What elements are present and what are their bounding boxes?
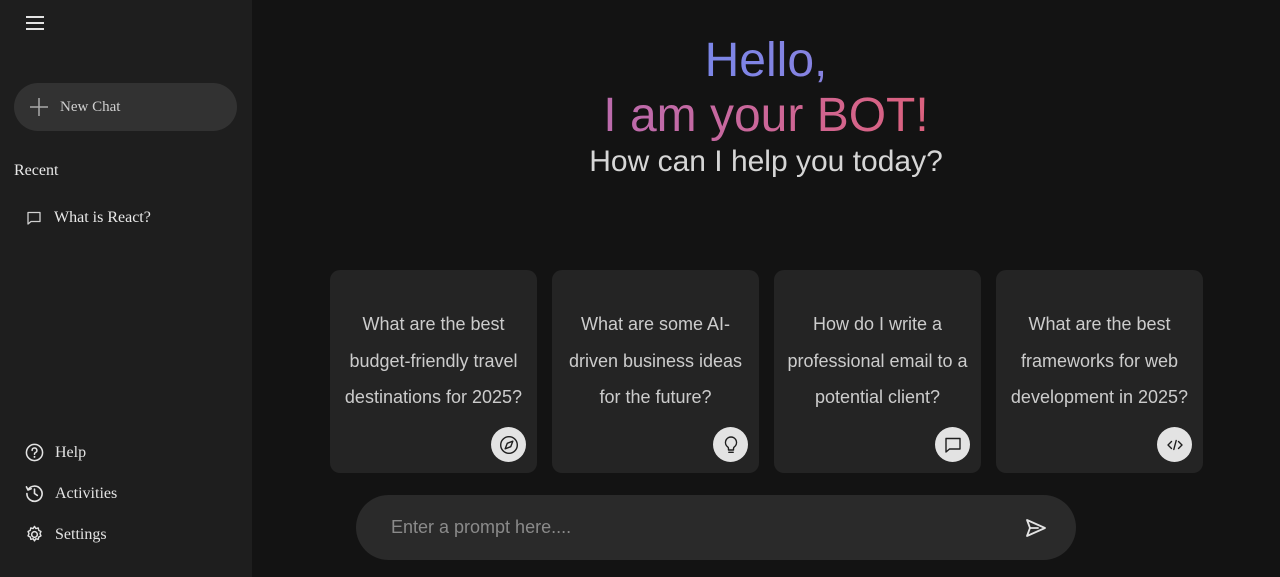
recent-heading: Recent [14,162,59,179]
suggestion-card-frameworks[interactable]: What are the best frameworks for web dev… [996,270,1203,473]
plus-icon [30,98,48,116]
menu-icon[interactable] [24,12,46,34]
history-icon [25,485,43,503]
help-icon [25,443,44,462]
settings-button[interactable]: Settings [25,525,107,544]
greeting-bot: I am your BOT! [252,88,1280,144]
card-text: How do I write a professional email to a… [787,314,968,408]
send-icon[interactable] [1024,516,1048,540]
new-chat-button[interactable]: New Chat [14,83,237,131]
greeting-subtitle: How can I help you today? [589,145,943,178]
suggestion-card-business[interactable]: What are some AI-driven business ideas f… [552,270,759,473]
settings-label: Settings [55,525,107,543]
sidebar: New Chat Recent What is React? Help Acti… [0,0,252,577]
card-text: What are the best frameworks for web dev… [1010,314,1189,408]
prompt-bar [356,495,1076,560]
recent-item-label: What is React? [54,209,151,226]
help-button[interactable]: Help [25,443,86,462]
bulb-icon [713,427,748,462]
gear-icon [27,525,42,542]
activities-button[interactable]: Activities [25,484,117,503]
suggestion-cards: What are the best budget-friendly travel… [330,270,1203,473]
activities-label: Activities [55,484,118,502]
message-icon [935,427,970,462]
greeting-hello: Hello, [252,34,1280,88]
suggestion-card-travel[interactable]: What are the best budget-friendly travel… [330,270,537,473]
code-icon [1157,427,1192,462]
main-content: Hello, I am your BOT! How can I help you… [252,0,1280,577]
compass-icon [491,427,526,462]
card-text: What are some AI-driven business ideas f… [568,314,743,408]
recent-item-what-is-react[interactable]: What is React? [26,209,151,227]
message-icon [27,211,41,225]
new-chat-label: New Chat [60,98,121,115]
suggestion-card-email[interactable]: How do I write a professional email to a… [774,270,981,473]
prompt-input[interactable] [391,517,1024,538]
help-label: Help [55,443,87,461]
card-text: What are the best budget-friendly travel… [344,314,523,408]
